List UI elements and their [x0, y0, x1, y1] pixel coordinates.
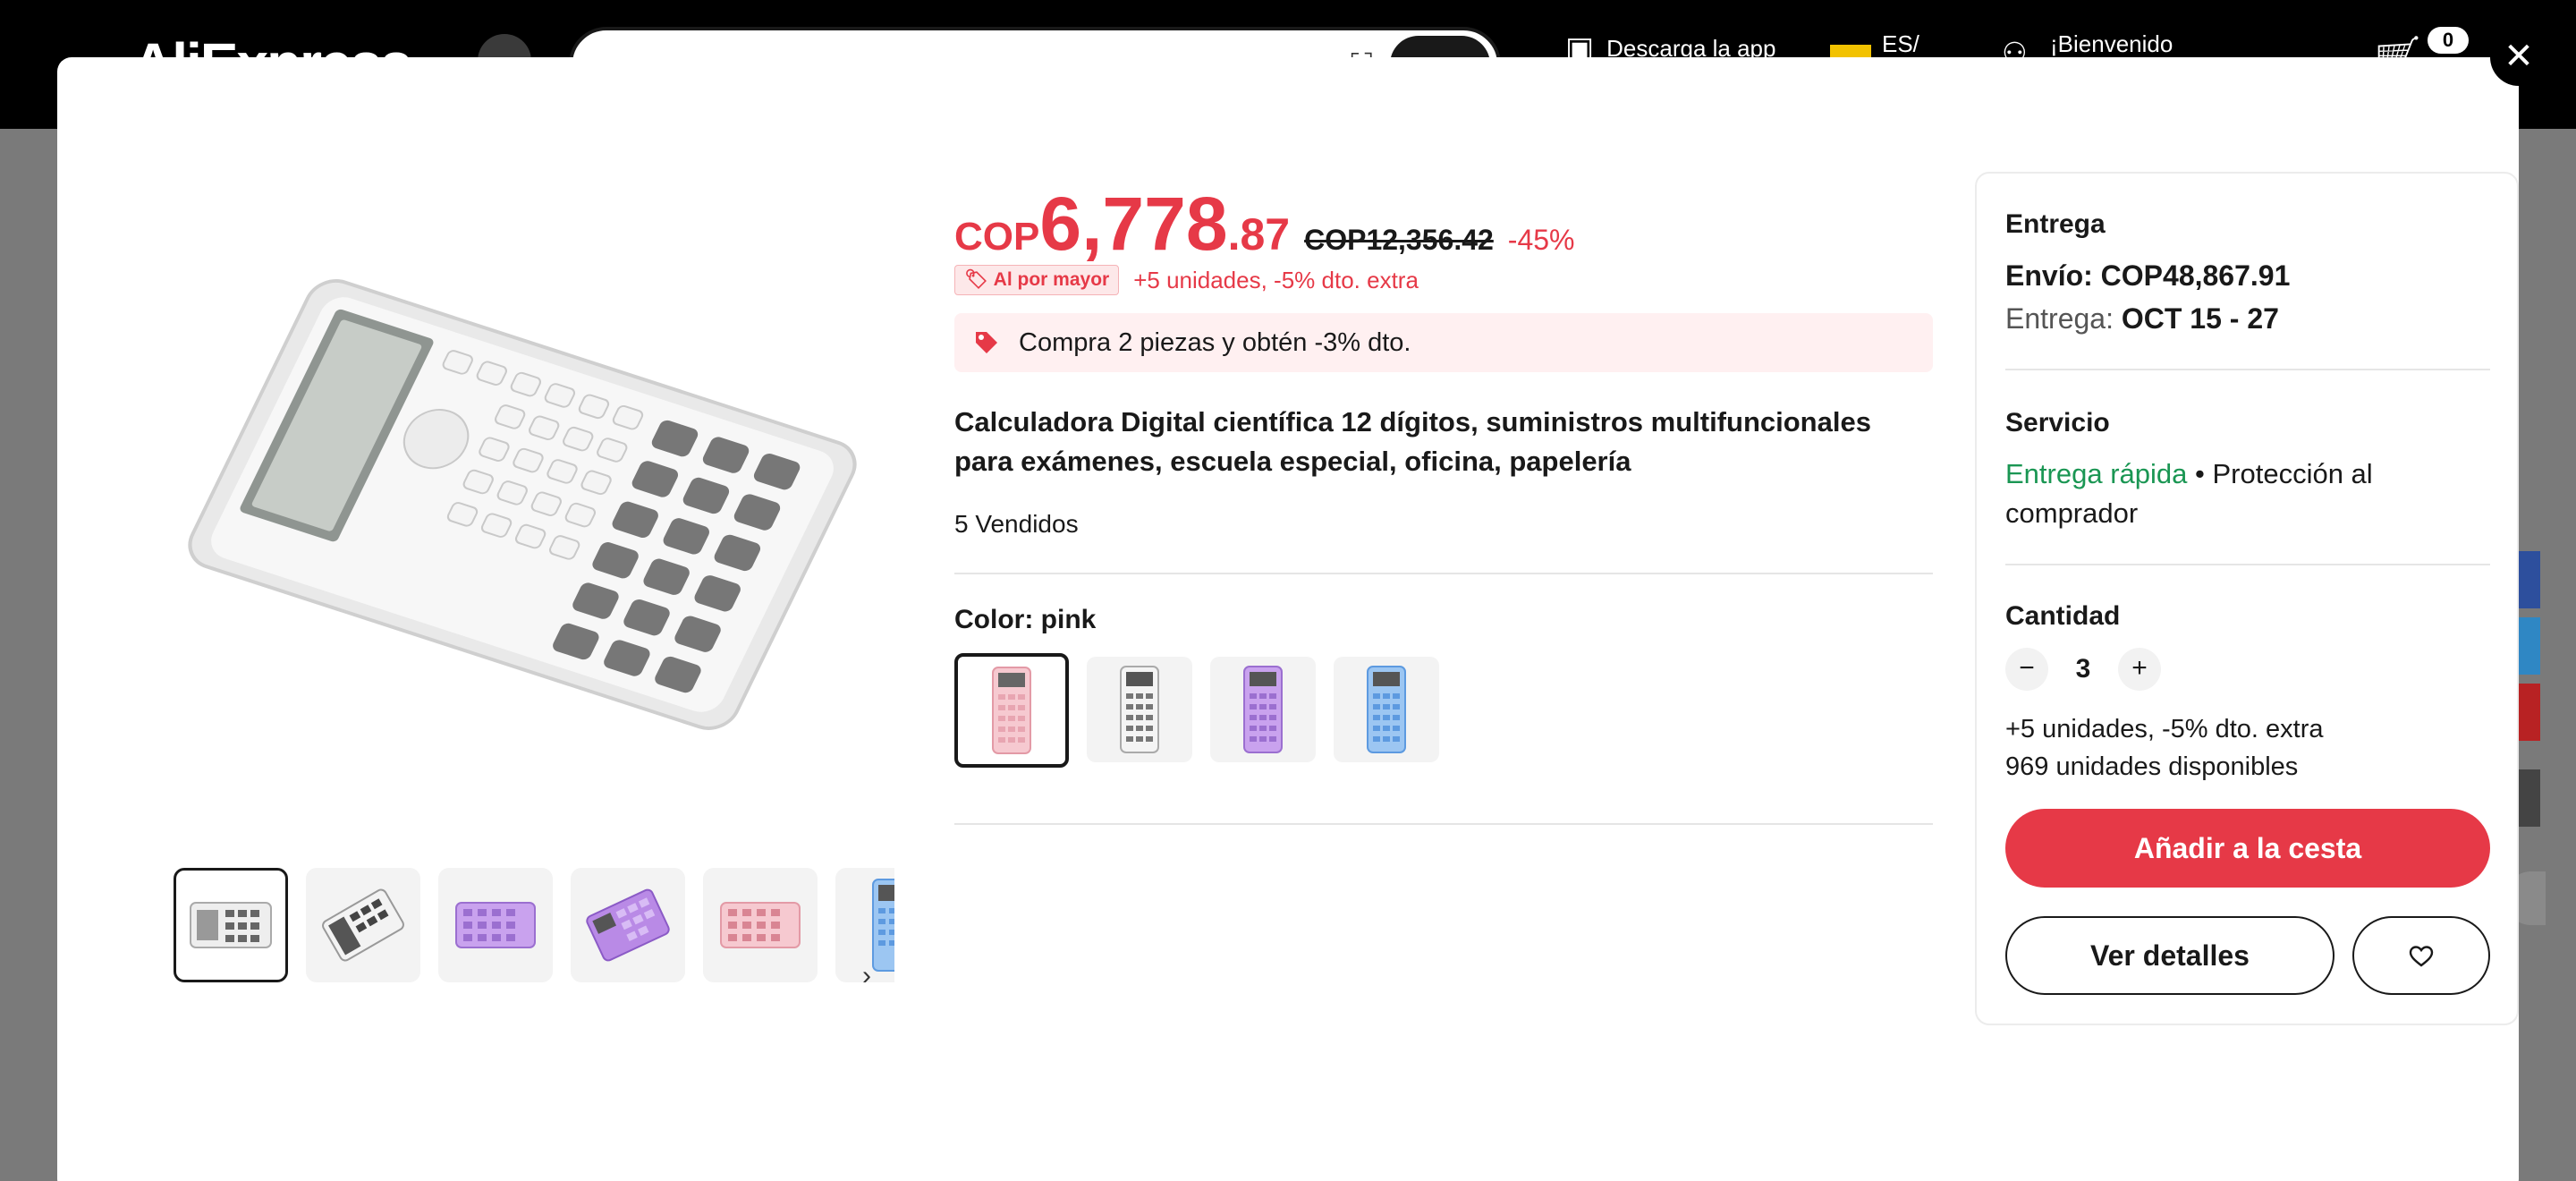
coupon-banner[interactable]: Compra 2 piezas y obtén -3% dto.: [954, 313, 1933, 372]
divider: [954, 573, 1933, 574]
quantity-value[interactable]: 3: [2070, 654, 2097, 684]
coupon-tag-icon: [972, 328, 1001, 357]
heart-icon: [2409, 940, 2434, 970]
tag-icon: 🏷︎: [964, 269, 988, 290]
divider: [954, 823, 1933, 825]
thumbnail-white-angled[interactable]: [306, 868, 420, 982]
price-currency: COP: [954, 215, 1040, 259]
color-selected-value: pink: [1040, 605, 1097, 634]
quantity-discount-note: +5 unidades, -5% dto. extra: [2005, 715, 2324, 743]
delivery-date: Entrega: OCT 15 - 27: [2005, 302, 2279, 336]
swatch-purple[interactable]: [1210, 657, 1316, 762]
discount-percent: -45%: [1507, 224, 1575, 256]
price-decimal: .87: [1227, 209, 1291, 259]
current-price: COP6,778.87: [954, 181, 1290, 268]
service-text: Entrega rápida • Protección al comprador: [2005, 455, 2470, 533]
welcome-label[interactable]: ¡Bienvenido: [2050, 30, 2173, 58]
product-title: Calculadora Digital científica 12 dígito…: [954, 406, 1871, 477]
original-price: COP12,356.42: [1304, 224, 1494, 256]
thumbnail-purple[interactable]: [438, 868, 553, 982]
product-main-image[interactable]: [165, 183, 880, 809]
plus-icon[interactable]: +: [2118, 648, 2161, 691]
delivery-title: Entrega: [2005, 209, 2106, 239]
delivery-date-label: Entrega:: [2005, 302, 2122, 335]
wholesale-text: +5 unidades, -5% dto. extra: [1133, 266, 1419, 293]
wishlist-button[interactable]: [2352, 916, 2490, 995]
service-title: Servicio: [2005, 408, 2110, 438]
add-to-cart-button[interactable]: Añadir a la cesta: [2005, 809, 2490, 888]
divider: [2005, 369, 2490, 370]
service-separator: •: [2187, 458, 2213, 489]
product-quickview-modal: › COP6,778.87 COP12,356.42 -45% 🏷︎ Al po…: [57, 57, 2519, 1181]
thumbnail-white[interactable]: [174, 868, 288, 982]
close-icon[interactable]: ✕: [2490, 29, 2547, 86]
language-selector[interactable]: ES/: [1882, 30, 1919, 58]
quantity-notes: +5 unidades, -5% dto. extra 969 unidades…: [2005, 710, 2323, 786]
wholesale-row: 🏷︎ Al por mayor +5 unidades, -5% dto. ex…: [954, 265, 1419, 295]
minus-icon[interactable]: −: [2005, 648, 2048, 691]
color-label: Color: pink: [954, 605, 1096, 635]
thumbnail-purple-light[interactable]: [571, 868, 685, 982]
divider: [2005, 564, 2490, 565]
price-row: COP6,778.87 COP12,356.42 -45%: [954, 181, 1575, 268]
fast-delivery-link[interactable]: Entrega rápida: [2005, 458, 2187, 489]
swatch-blue[interactable]: [1334, 657, 1439, 762]
chevron-right-icon[interactable]: ›: [862, 961, 871, 991]
thumbnail-pink[interactable]: [703, 868, 818, 982]
swatch-white[interactable]: [1087, 657, 1192, 762]
price-integer: 6,778: [1039, 182, 1228, 266]
view-details-button[interactable]: Ver detalles: [2005, 916, 2334, 995]
sold-count: 5 Vendidos: [954, 510, 1079, 538]
color-label-prefix: Color:: [954, 605, 1041, 634]
wholesale-badge-label: Al por mayor: [993, 269, 1110, 290]
delivery-date-value: OCT 15 - 27: [2121, 302, 2279, 335]
swatch-pink[interactable]: [954, 653, 1069, 768]
color-swatches: [954, 653, 1439, 768]
quantity-title: Cantidad: [2005, 601, 2121, 631]
shipping-fee: Envío: COP48,867.91: [2005, 259, 2291, 292]
coupon-text: Compra 2 piezas y obtén -3% dto.: [1019, 327, 1411, 357]
stock-available: 969 unidades disponibles: [2005, 752, 2299, 781]
thumbnail-strip: [116, 868, 894, 1043]
quantity-stepper: − 3 +: [2005, 648, 2161, 691]
cart-count-badge: 0: [2428, 27, 2469, 54]
wholesale-badge: 🏷︎ Al por mayor: [954, 265, 1120, 295]
purchase-card: Entrega Envío: COP48,867.91 Entrega: OCT…: [1975, 172, 2519, 1025]
